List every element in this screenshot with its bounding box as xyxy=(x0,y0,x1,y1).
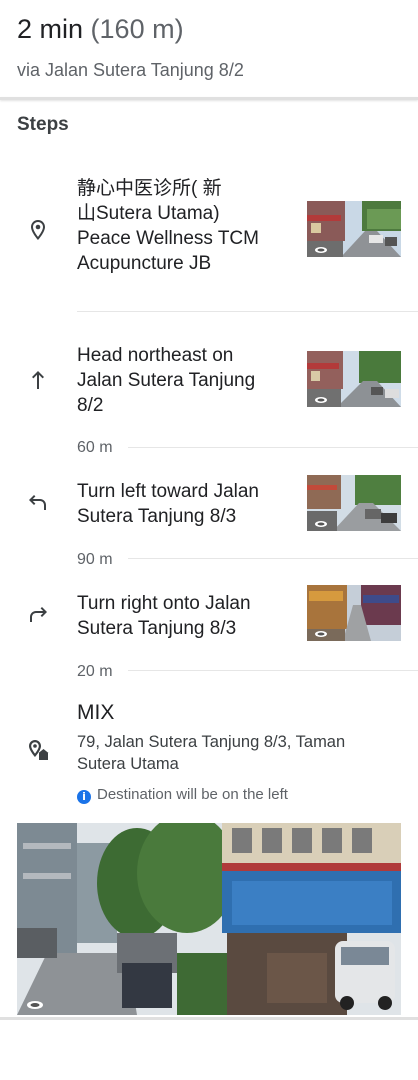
route-distance: (160 m) xyxy=(90,14,184,44)
destination-street-view-photo[interactable] xyxy=(17,823,401,1015)
destination-address: 79, Jalan Sutera Tanjung 8/3, Taman Sute… xyxy=(77,733,346,773)
destination-name: MIX xyxy=(77,701,115,724)
duration-value: 2 min xyxy=(17,14,84,44)
step-turn-right[interactable]: Turn right onto Jalan Sutera Tanjung 8/3… xyxy=(0,585,418,680)
destination-note-text: Destination will be on the left xyxy=(97,786,288,803)
step-text: Head northeast on Jalan Sutera Tanjung 8… xyxy=(77,343,289,418)
step-turn-left[interactable]: Turn left toward Jalan Sutera Tanjung 8/… xyxy=(0,475,418,568)
step-distance: 60 m xyxy=(77,439,113,456)
step-line: Acupuncture JB xyxy=(77,253,212,274)
header-divider xyxy=(0,97,418,100)
arrow-up-icon xyxy=(26,368,50,392)
step-line: Jalan Sutera Tanjung xyxy=(77,370,256,391)
step-line: Sutera Tanjung 8/3 xyxy=(77,506,237,527)
step-head-northeast[interactable]: Head northeast on Jalan Sutera Tanjung 8… xyxy=(0,340,418,456)
bottom-divider xyxy=(0,1017,418,1020)
step-line: 静心中医诊所( 新 xyxy=(77,178,222,199)
turn-right-icon xyxy=(26,602,50,626)
step-distance: 90 m xyxy=(77,551,113,568)
street-view-thumbnail[interactable] xyxy=(307,201,401,257)
turn-left-icon xyxy=(26,490,50,514)
step-distance: 20 m xyxy=(77,663,113,680)
street-view-thumbnail[interactable] xyxy=(307,585,401,641)
street-view-thumbnail[interactable] xyxy=(307,475,401,531)
step-line: 8/2 xyxy=(77,395,104,416)
step-divider xyxy=(128,670,418,671)
step-text: Turn right onto Jalan Sutera Tanjung 8/3 xyxy=(77,591,289,641)
info-icon: i xyxy=(77,790,91,804)
street-view-thumbnail[interactable] xyxy=(307,351,401,407)
step-line: Head northeast on xyxy=(77,345,234,366)
step-text: 静心中医诊所( 新 山Sutera Utama) Peace Wellness … xyxy=(77,176,289,276)
destination-pin-icon xyxy=(26,738,50,762)
step-divider xyxy=(77,311,418,312)
route-via: via Jalan Sutera Tanjung 8/2 xyxy=(17,60,244,80)
step-divider xyxy=(128,558,418,559)
step-line: Peace Wellness TCM xyxy=(77,228,259,249)
destination-side-note: i Destination will be on the left xyxy=(77,786,288,804)
step-origin[interactable]: 静心中医诊所( 新 山Sutera Utama) Peace Wellness … xyxy=(0,170,418,312)
route-summary-header: 2 min (160 m) via Jalan Sutera Tanjung 8… xyxy=(0,0,418,98)
steps-heading: Steps xyxy=(17,114,69,135)
location-pin-icon xyxy=(26,218,50,242)
step-line: Turn right onto Jalan xyxy=(77,593,251,614)
route-duration: 2 min (160 m) xyxy=(17,14,184,45)
step-line: Turn left toward Jalan xyxy=(77,481,259,502)
step-line: Sutera Tanjung 8/3 xyxy=(77,618,237,639)
step-text: Turn left toward Jalan Sutera Tanjung 8/… xyxy=(77,479,289,529)
step-line: 山Sutera Utama) xyxy=(77,203,220,224)
step-divider xyxy=(128,447,418,448)
